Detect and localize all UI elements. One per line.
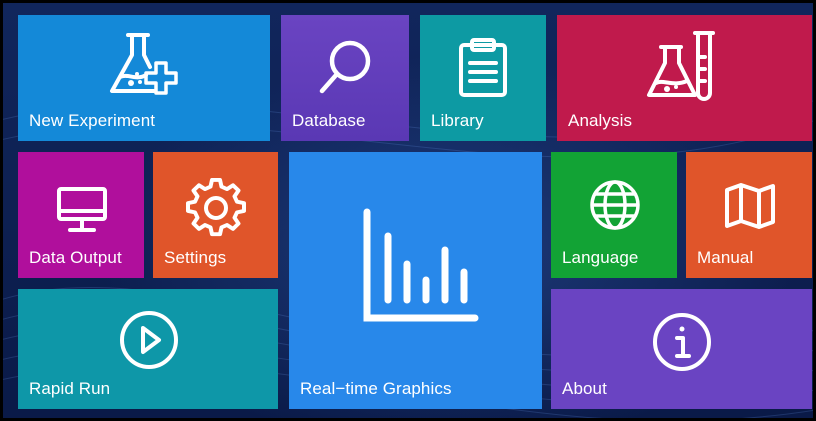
realtime-graphics-label: Real−time Graphics (300, 379, 452, 398)
settings-label: Settings (164, 248, 227, 267)
database-label: Database (292, 111, 366, 130)
tile-settings[interactable]: Settings (153, 152, 278, 278)
info-icon (651, 311, 713, 373)
tile-language[interactable]: Language (551, 152, 677, 278)
globe-icon (588, 178, 642, 232)
flask-plus-icon (106, 29, 186, 101)
tile-analysis[interactable]: Analysis (557, 15, 812, 141)
tile-library[interactable]: Library (420, 15, 546, 141)
new-experiment-label: New Experiment (29, 111, 156, 130)
data-output-label: Data Output (29, 248, 122, 267)
bar-chart-icon (361, 206, 481, 326)
tile-about[interactable]: About (551, 289, 812, 409)
tile-rapid-run[interactable]: Rapid Run (18, 289, 278, 409)
clipboard-icon (457, 37, 509, 99)
tile-realtime-graphics[interactable]: Real−time Graphics (289, 152, 542, 409)
about-label: About (562, 379, 607, 398)
tile-new-experiment[interactable]: New Experiment (18, 15, 270, 141)
analysis-label: Analysis (568, 111, 633, 130)
tile-data-output[interactable]: Data Output (18, 152, 144, 278)
map-icon (724, 182, 776, 230)
monitor-icon (56, 186, 108, 234)
play-circle-icon (118, 309, 180, 371)
search-icon (316, 37, 376, 97)
language-label: Language (562, 248, 639, 267)
rapid-run-label: Rapid Run (29, 379, 111, 398)
flask-tube-icon (645, 27, 717, 107)
library-label: Library (431, 111, 484, 130)
gear-icon (186, 178, 246, 238)
tile-database[interactable]: Database (281, 15, 409, 141)
launcher-screen: New Experiment Database Library Analysis… (0, 0, 816, 421)
manual-label: Manual (697, 248, 754, 267)
tile-manual[interactable]: Manual (686, 152, 812, 278)
